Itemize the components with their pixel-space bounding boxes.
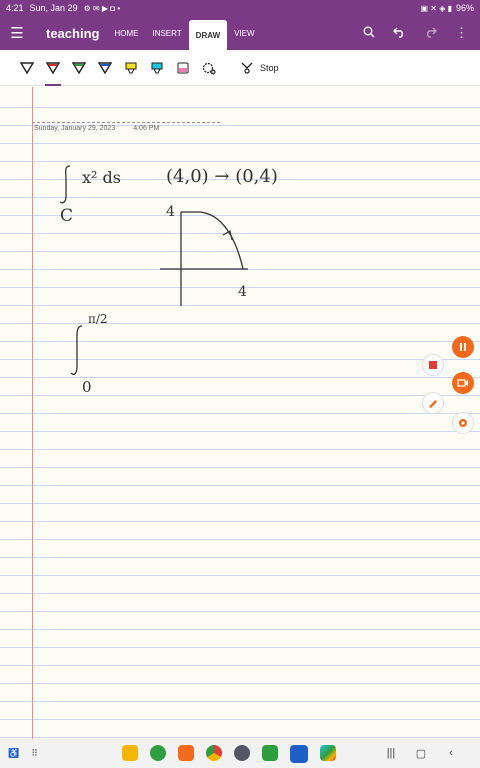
app-chat-icon[interactable] [121,744,138,761]
stop-record-icon[interactable] [422,354,444,376]
app-settings-icon[interactable] [233,744,250,761]
integrand-text: x² ds [82,168,121,187]
app-chrome-icon[interactable] [205,744,222,761]
app-evernote-icon[interactable] [149,744,166,761]
app-calendar-icon[interactable] [261,744,278,761]
integral-lower-limit: 0 [82,378,92,396]
apps-grid-icon[interactable]: ⠿ [31,748,38,759]
selfie-camera-icon[interactable] [452,412,474,434]
recents-icon[interactable]: ||| [376,747,406,760]
system-nav-bar: ♿ ⠿ ||| ▢ ‹ [0,739,480,768]
back-icon[interactable]: ‹ [436,747,466,760]
endpoints-text: (4,0) → (0,4) [166,166,278,187]
draw-icon[interactable] [422,392,444,414]
integral-upper-limit: π/2 [88,312,108,326]
app-play-store-icon[interactable] [319,744,336,761]
x-axis-label: 4 [238,284,247,300]
app-recorder-icon[interactable] [177,744,194,761]
pause-icon[interactable] [452,336,474,358]
curve-arrow [222,230,233,241]
integral-subscript: C [60,206,74,226]
integral-sign-2 [70,325,83,375]
app-notability-icon[interactable] [289,744,308,763]
ink-layer [59,165,248,375]
y-axis-label: 4 [166,204,175,220]
integral-sign-1 [59,165,71,204]
accessibility-icon[interactable]: ♿ [8,748,19,759]
curve-c [181,211,244,270]
home-icon[interactable]: ▢ [406,747,436,760]
screen-recorder-icon[interactable] [452,372,474,394]
